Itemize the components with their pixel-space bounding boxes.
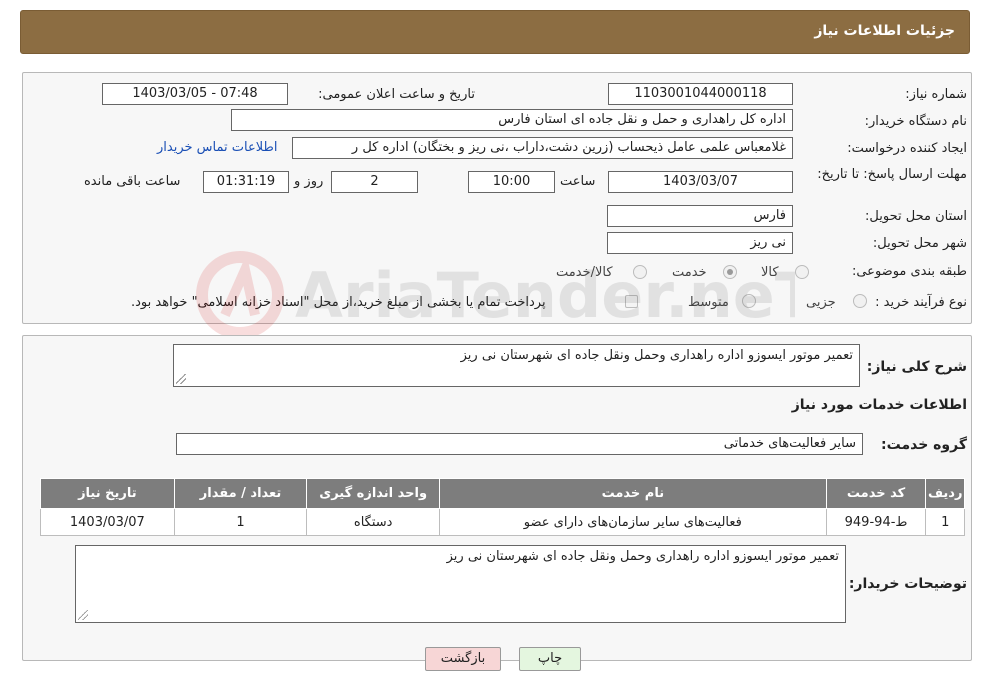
buyer-contact-link[interactable]: اطلاعات تماس خریدار [157, 140, 277, 155]
service-group-field: سایر فعالیت‌های خدماتی [176, 433, 863, 455]
treasury-payment-label: پرداخت تمام یا بخشی از مبلغ خرید،از محل … [131, 295, 546, 310]
deadline-days-label: روز و [294, 174, 324, 189]
purchase-process-label: نوع فرآیند خرید : [875, 295, 967, 310]
cell-service-code: ط-94-949 [825, 508, 927, 536]
delivery-city-field: نی ریز [607, 232, 793, 254]
process-minor-label: جزیی [806, 295, 836, 310]
category-service-radio[interactable] [723, 265, 737, 279]
buyer-org-field: اداره کل راهداری و حمل و نقل جاده ای است… [231, 109, 793, 131]
delivery-city-label: شهر محل تحویل: [872, 236, 967, 251]
buyer-notes-text: تعمیر موتور ایسوزو اداره راهداری وحمل ون… [446, 549, 839, 564]
col-unit: واحد اندازه گیری [306, 478, 441, 509]
print-button[interactable]: چاپ [519, 647, 581, 671]
cell-quantity: 1 [173, 508, 308, 536]
need-number-field: 1103001044000118 [608, 83, 793, 105]
col-row-number: ردیف [925, 478, 965, 509]
process-minor-radio[interactable] [853, 294, 867, 308]
deadline-days-field: 2 [331, 171, 418, 193]
resize-grip-icon[interactable] [176, 374, 186, 384]
cell-unit: دستگاه [306, 508, 441, 536]
cell-service-name: فعالیت‌های سایر سازمان‌های دارای عضو [439, 508, 827, 536]
col-quantity: تعداد / مقدار [173, 478, 308, 509]
cell-row-number: 1 [925, 508, 965, 536]
back-button[interactable]: بازگشت [425, 647, 501, 671]
col-need-date: تاریخ نیاز [40, 478, 175, 509]
treasury-payment-checkbox[interactable] [625, 295, 638, 308]
services-table: ردیف کد خدمت نام خدمت واحد اندازه گیری ت… [40, 478, 965, 536]
page-header: جزئیات اطلاعات نیاز [20, 10, 970, 54]
description-label: شرح کلی نیاز: [866, 359, 967, 375]
process-medium-label: متوسط [688, 295, 729, 310]
category-goods-service-label: کالا/خدمت [556, 265, 613, 280]
process-medium-radio[interactable] [742, 294, 756, 308]
category-service-label: خدمت [672, 265, 707, 280]
need-number-label: شماره نیاز: [905, 87, 967, 102]
category-label: طبقه بندی موضوعی: [851, 264, 967, 279]
deadline-date-field: 1403/03/07 [608, 171, 793, 193]
requester-field: غلامعباس علمی عامل ذیحساب (زرین دشت،دارا… [292, 137, 793, 159]
category-goods-service-radio[interactable] [633, 265, 647, 279]
requester-label: ایجاد کننده درخواست: [847, 141, 967, 156]
announce-datetime-label: تاریخ و ساعت اعلان عمومی: [318, 87, 475, 102]
col-service-code: کد خدمت [825, 478, 927, 509]
col-service-name: نام خدمت [439, 478, 827, 509]
category-goods-label: کالا [761, 265, 779, 280]
table-header-row: ردیف کد خدمت نام خدمت واحد اندازه گیری ت… [40, 478, 965, 509]
buyer-org-label: نام دستگاه خریدار: [864, 114, 967, 129]
cell-need-date: 1403/03/07 [40, 508, 175, 536]
announce-datetime-field: 1403/03/05 - 07:48 [102, 83, 288, 105]
delivery-province-label: استان محل تحویل: [865, 209, 967, 224]
deadline-time-label: ساعت [560, 174, 596, 189]
services-section-title: اطلاعات خدمات مورد نیاز [791, 397, 967, 413]
table-row: 1 ط-94-949 فعالیت‌های سایر سازمان‌های دا… [40, 508, 965, 536]
buyer-notes-label: توضیحات خریدار: [848, 576, 967, 592]
page-title: جزئیات اطلاعات نیاز [814, 23, 955, 39]
description-textarea[interactable]: تعمیر موتور ایسوزو اداره راهداری وحمل ون… [173, 344, 860, 387]
delivery-province-field: فارس [607, 205, 793, 227]
service-group-label: گروه خدمت: [881, 437, 967, 453]
description-text: تعمیر موتور ایسوزو اداره راهداری وحمل ون… [460, 348, 853, 363]
category-goods-radio[interactable] [795, 265, 809, 279]
buyer-notes-textarea[interactable]: تعمیر موتور ایسوزو اداره راهداری وحمل ون… [75, 545, 846, 623]
remaining-time-field: 01:31:19 [203, 171, 289, 193]
deadline-label: مهلت ارسال پاسخ: تا تاریخ: [817, 167, 967, 182]
resize-grip-icon[interactable] [78, 610, 88, 620]
remaining-time-label: ساعت باقی مانده [84, 174, 181, 189]
deadline-time-field: 10:00 [468, 171, 555, 193]
